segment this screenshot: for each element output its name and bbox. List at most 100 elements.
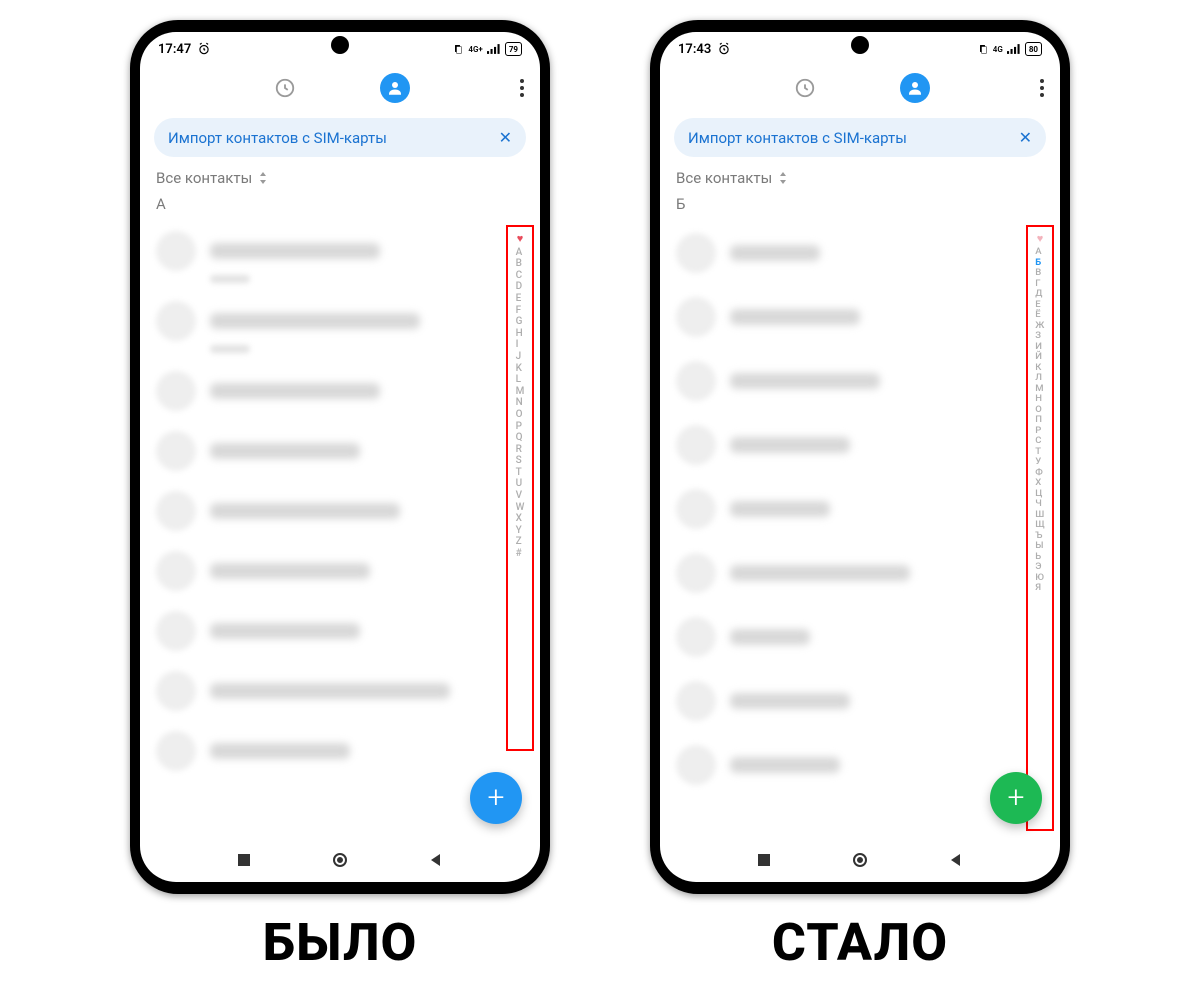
- list-item[interactable]: [660, 413, 1060, 477]
- list-item[interactable]: [140, 221, 540, 281]
- scrollbar-letter[interactable]: Щ: [1035, 520, 1044, 530]
- scrollbar-letter[interactable]: U: [516, 479, 525, 489]
- scrollbar-letter[interactable]: S: [516, 456, 525, 466]
- scrollbar-letter[interactable]: М: [1035, 384, 1044, 394]
- scrollbar-letter[interactable]: L: [516, 375, 525, 385]
- scrollbar-letter[interactable]: Г: [1035, 279, 1044, 289]
- list-item[interactable]: [140, 541, 540, 601]
- scrollbar-letter[interactable]: N: [516, 398, 525, 408]
- scrollbar-letter[interactable]: X: [516, 514, 525, 524]
- nav-recent-icon[interactable]: [236, 852, 252, 868]
- tab-recents[interactable]: [270, 73, 300, 103]
- scrollbar-letter[interactable]: F: [516, 306, 525, 316]
- scrollbar-letter[interactable]: A: [516, 248, 525, 258]
- scrollbar-letter[interactable]: Ё: [1035, 310, 1044, 320]
- add-contact-fab[interactable]: +: [470, 772, 522, 824]
- nav-home-icon[interactable]: [852, 852, 868, 868]
- scrollbar-letter[interactable]: T: [516, 468, 525, 478]
- scrollbar-letter[interactable]: Q: [516, 433, 525, 443]
- nav-back-icon[interactable]: [948, 852, 964, 868]
- scrollbar-letter[interactable]: Ф: [1035, 468, 1044, 478]
- scrollbar-letter[interactable]: R: [516, 445, 525, 455]
- scrollbar-letter[interactable]: O: [516, 410, 525, 420]
- list-item[interactable]: [660, 605, 1060, 669]
- nav-back-icon[interactable]: [428, 852, 444, 868]
- scrollbar-letter[interactable]: К: [1035, 363, 1044, 373]
- list-item[interactable]: [660, 221, 1060, 285]
- scrollbar-letter[interactable]: Э: [1035, 562, 1044, 572]
- heart-icon[interactable]: ♥: [517, 233, 524, 244]
- scrollbar-letter[interactable]: Я: [1035, 583, 1044, 593]
- scrollbar-letter[interactable]: Т: [1035, 447, 1044, 457]
- scrollbar-letter[interactable]: С: [1035, 436, 1044, 446]
- scrollbar-letter[interactable]: Ь: [1035, 552, 1044, 562]
- scrollbar-letter[interactable]: З: [1035, 331, 1044, 341]
- scrollbar-letter[interactable]: W: [516, 503, 525, 513]
- import-sim-chip[interactable]: Импорт контактов с SIM-карты ✕: [674, 118, 1046, 157]
- scrollbar-letter[interactable]: I: [516, 340, 525, 350]
- contacts-filter[interactable]: Все контакты: [660, 157, 1060, 191]
- scrollbar-letter[interactable]: H: [516, 329, 525, 339]
- list-item[interactable]: [660, 349, 1060, 413]
- scrollbar-letter[interactable]: Л: [1035, 373, 1044, 383]
- list-item[interactable]: [140, 721, 540, 781]
- scrollbar-letter[interactable]: Н: [1035, 394, 1044, 404]
- scrollbar-letter[interactable]: У: [1035, 457, 1044, 467]
- scrollbar-letter[interactable]: Ы: [1035, 541, 1044, 551]
- scrollbar-letter[interactable]: Ц: [1035, 489, 1044, 499]
- scrollbar-letter[interactable]: О: [1035, 405, 1044, 415]
- scrollbar-letter[interactable]: V: [516, 491, 525, 501]
- scrollbar-letter[interactable]: Ч: [1035, 499, 1044, 509]
- list-item[interactable]: [140, 481, 540, 541]
- scrollbar-letter[interactable]: M: [516, 387, 525, 397]
- scrollbar-letter[interactable]: B: [516, 259, 525, 269]
- scrollbar-letter[interactable]: А: [1035, 247, 1044, 257]
- contacts-filter[interactable]: Все контакты: [140, 157, 540, 191]
- list-item[interactable]: [140, 361, 540, 421]
- scrollbar-letter[interactable]: Х: [1035, 478, 1044, 488]
- scrollbar-letter[interactable]: E: [516, 294, 525, 304]
- list-item[interactable]: [660, 669, 1060, 733]
- alpha-scrollbar-cyrillic[interactable]: ♥ АБВГДЕЁЖЗИЙКЛМНОПРСТУФХЦЧШЩЪЫЬЭЮЯ: [1026, 225, 1054, 831]
- scrollbar-letter[interactable]: Б: [1035, 258, 1044, 268]
- add-contact-fab[interactable]: +: [990, 772, 1042, 824]
- scrollbar-letter[interactable]: Р: [1035, 426, 1044, 436]
- scrollbar-letter[interactable]: Ш: [1035, 510, 1044, 520]
- import-sim-chip[interactable]: Импорт контактов с SIM-карты ✕: [154, 118, 526, 157]
- scrollbar-letter[interactable]: И: [1035, 342, 1044, 352]
- scrollbar-letter[interactable]: В: [1035, 268, 1044, 278]
- scrollbar-letter[interactable]: K: [516, 364, 525, 374]
- list-item[interactable]: [140, 601, 540, 661]
- tab-contacts[interactable]: [900, 73, 930, 103]
- scrollbar-letter[interactable]: Z: [516, 537, 525, 547]
- overflow-menu[interactable]: [1040, 79, 1044, 97]
- scrollbar-letter[interactable]: P: [516, 422, 525, 432]
- tab-contacts[interactable]: [380, 73, 410, 103]
- scrollbar-letter[interactable]: D: [516, 282, 525, 292]
- list-item[interactable]: [140, 291, 540, 351]
- scrollbar-letter[interactable]: J: [516, 352, 525, 362]
- scrollbar-letter[interactable]: #: [516, 549, 525, 559]
- contacts-list[interactable]: ♥ АБВГДЕЁЖЗИЙКЛМНОПРСТУФХЦЧШЩЪЫЬЭЮЯ +: [660, 221, 1060, 838]
- scrollbar-letter[interactable]: Ж: [1035, 321, 1044, 331]
- scrollbar-letter[interactable]: Ю: [1035, 573, 1044, 583]
- scrollbar-letter[interactable]: Е: [1035, 300, 1044, 310]
- scrollbar-letter[interactable]: П: [1035, 415, 1044, 425]
- contacts-list[interactable]: ♥ ABCDEFGHIJKLMNOPQRSTUVWXYZ# +: [140, 221, 540, 838]
- scrollbar-letter[interactable]: Й: [1035, 352, 1044, 362]
- overflow-menu[interactable]: [520, 79, 524, 97]
- alpha-scrollbar-latin[interactable]: ♥ ABCDEFGHIJKLMNOPQRSTUVWXYZ#: [506, 225, 534, 751]
- nav-recent-icon[interactable]: [756, 852, 772, 868]
- list-item[interactable]: [140, 661, 540, 721]
- scrollbar-letter[interactable]: C: [516, 271, 525, 281]
- list-item[interactable]: [660, 541, 1060, 605]
- scrollbar-letter[interactable]: G: [516, 317, 525, 327]
- tab-recents[interactable]: [790, 73, 820, 103]
- close-icon[interactable]: ✕: [499, 128, 512, 147]
- list-item[interactable]: [660, 285, 1060, 349]
- scrollbar-letter[interactable]: Д: [1035, 289, 1044, 299]
- list-item[interactable]: [660, 477, 1060, 541]
- scrollbar-letter[interactable]: Ъ: [1035, 531, 1044, 541]
- nav-home-icon[interactable]: [332, 852, 348, 868]
- heart-icon[interactable]: ♥: [1037, 233, 1044, 244]
